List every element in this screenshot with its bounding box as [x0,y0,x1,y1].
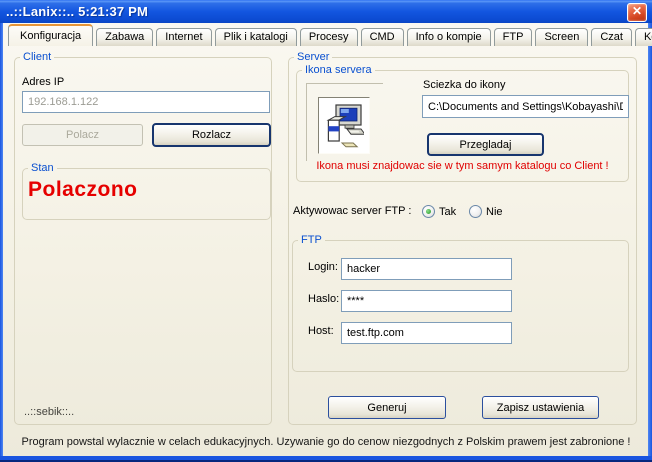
icon-path-input[interactable] [422,95,629,118]
server-icon-box [318,97,370,154]
tab-czat[interactable]: Czat [591,28,632,46]
connect-button[interactable]: Polacz [22,124,143,146]
tab-internet[interactable]: Internet [156,28,211,46]
window-frame-bottom [0,456,652,462]
tab-keylogger[interactable]: Keylogger [635,28,652,46]
tab-bar: Konfiguracja Zabawa Internet Plik i kata… [8,24,652,46]
server-group-label: Server [294,51,332,63]
window-frame-left [0,23,3,459]
tab-zabawa[interactable]: Zabawa [96,28,153,46]
close-button[interactable]: ✕ [627,3,647,22]
ftp-group-label: FTP [298,234,325,246]
password-input[interactable] [341,290,512,312]
radio-tak[interactable] [422,205,435,218]
password-label: Haslo: [308,293,339,305]
tab-procesy[interactable]: Procesy [300,28,358,46]
window-frame-right [648,23,652,459]
disconnect-button[interactable]: Rozlacz [152,123,271,147]
host-input[interactable] [341,322,512,344]
server-icon-group-label: Ikona servera [302,64,375,76]
connection-status-text: Polaczono [28,178,138,202]
icon-path-label: Sciezka do ikony [423,79,506,91]
radio-nie-label: Nie [486,206,503,218]
radio-tak-label: Tak [439,206,456,218]
login-label: Login: [308,261,338,273]
client-group-label: Client [20,51,54,63]
tab-cmd[interactable]: CMD [361,28,404,46]
save-settings-button[interactable]: Zapisz ustawienia [482,396,599,419]
tab-konfiguracja[interactable]: Konfiguracja [8,24,93,46]
disclaimer-text: Program powstal wylacznie w celach eduka… [0,436,652,448]
radio-nie[interactable] [469,205,482,218]
title-bar[interactable]: ..::Lanix::.. 5:21:37 PM [0,0,652,23]
ftp-activate-label: Aktywowac server FTP : [293,205,411,217]
ip-address-label: Adres IP [22,76,64,88]
tab-plik-i-katalogi[interactable]: Plik i katalogi [215,28,297,46]
tab-info-o-kompie[interactable]: Info o kompie [407,28,491,46]
icon-warning-text: Ikona musi znajdowac sie w tym samym kat… [296,160,629,172]
close-icon: ✕ [632,4,642,18]
window-title: ..::Lanix::.. 5:21:37 PM [0,4,148,19]
computer-setup-icon [324,103,364,149]
radio-selected-dot [426,209,431,214]
login-input[interactable] [341,258,512,280]
tab-ftp[interactable]: FTP [494,28,533,46]
status-group-label: Stan [28,162,57,174]
generate-button[interactable]: Generuj [328,396,446,419]
app-window: ..::Lanix::.. 5:21:37 PM ✕ Konfiguracja … [0,0,652,462]
browse-button[interactable]: Przegladaj [427,133,544,156]
host-label: Host: [308,325,334,337]
signature-text: ..::sebik::.. [24,406,74,418]
tab-screen[interactable]: Screen [535,28,588,46]
ip-address-input[interactable] [22,91,270,113]
